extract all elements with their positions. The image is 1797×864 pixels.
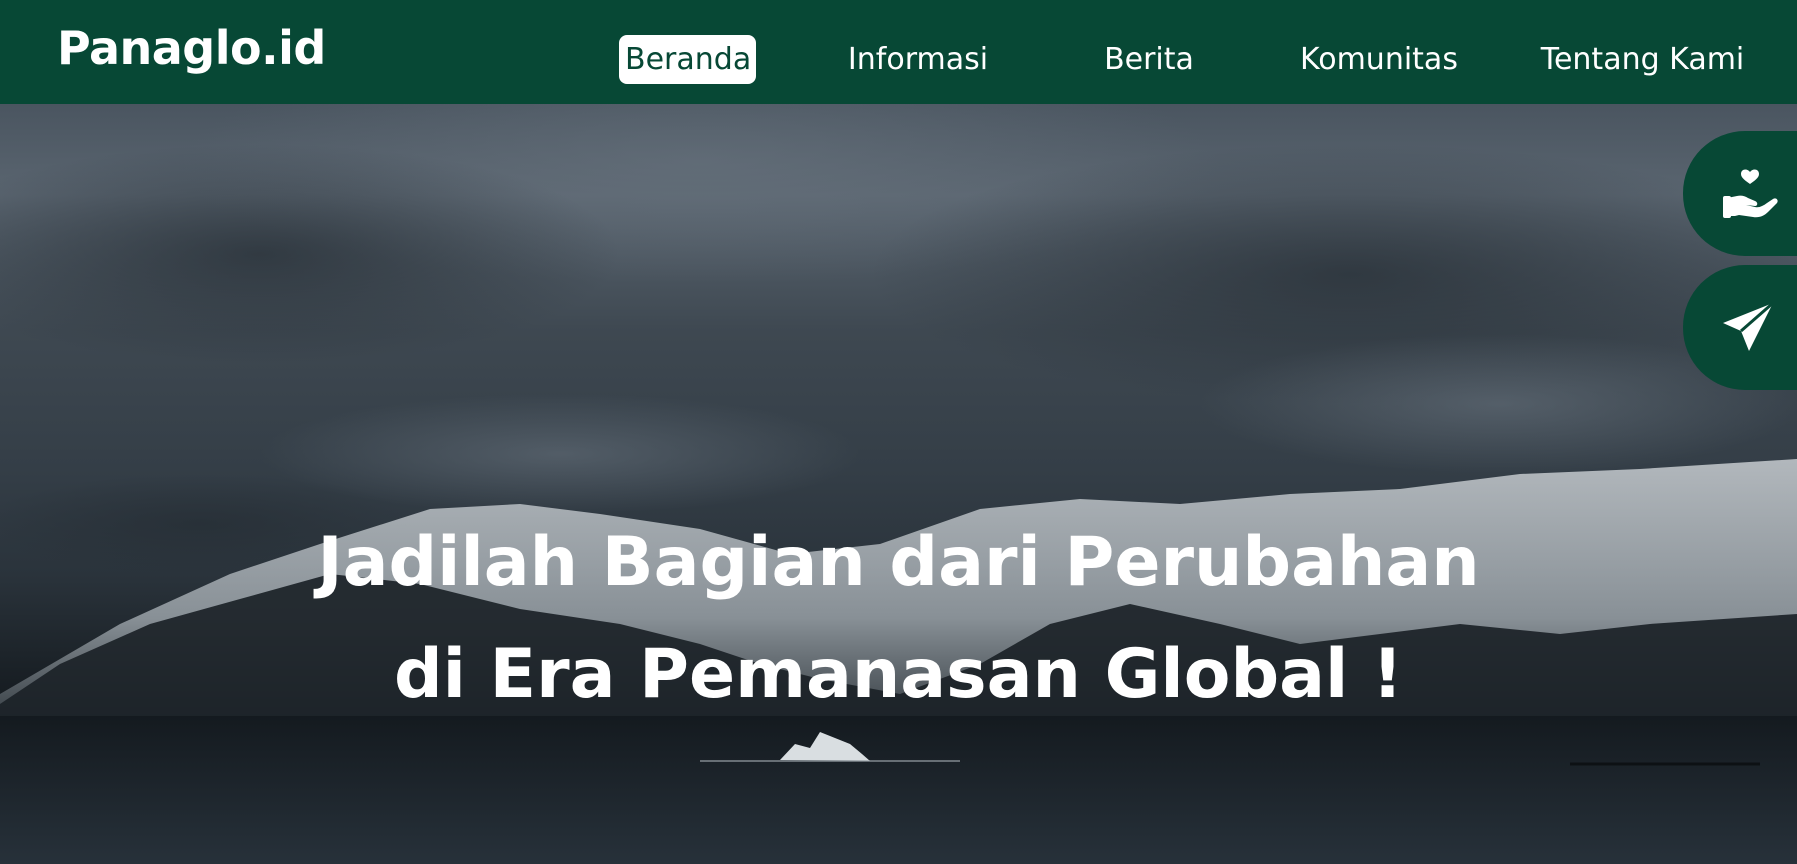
send-paper-plane-icon (1723, 301, 1774, 351)
hero-banner: Jadilah Bagian dari Perubahan di Era Pem… (0, 104, 1797, 864)
hero-background-image (0, 104, 1797, 864)
send-message-button[interactable] (1683, 265, 1797, 390)
donate-hand-heart-icon (1723, 169, 1778, 218)
top-navbar: Panaglo.id Beranda Informasi Berita Komu… (0, 0, 1797, 104)
nav-item-tentang-kami[interactable]: Tentang Kami (1534, 35, 1751, 84)
brand-logo[interactable]: Panaglo.id (57, 22, 326, 75)
nav-item-beranda[interactable]: Beranda (619, 35, 756, 84)
hero-headline-line-2: di Era Pemanasan Global ! (393, 635, 1404, 714)
nav-item-informasi[interactable]: Informasi (842, 35, 994, 84)
nav-item-komunitas[interactable]: Komunitas (1294, 35, 1464, 84)
donate-button[interactable] (1683, 131, 1797, 256)
hero-headline-line-1: Jadilah Bagian dari Perubahan (317, 523, 1480, 602)
nav-item-berita[interactable]: Berita (1098, 35, 1200, 84)
